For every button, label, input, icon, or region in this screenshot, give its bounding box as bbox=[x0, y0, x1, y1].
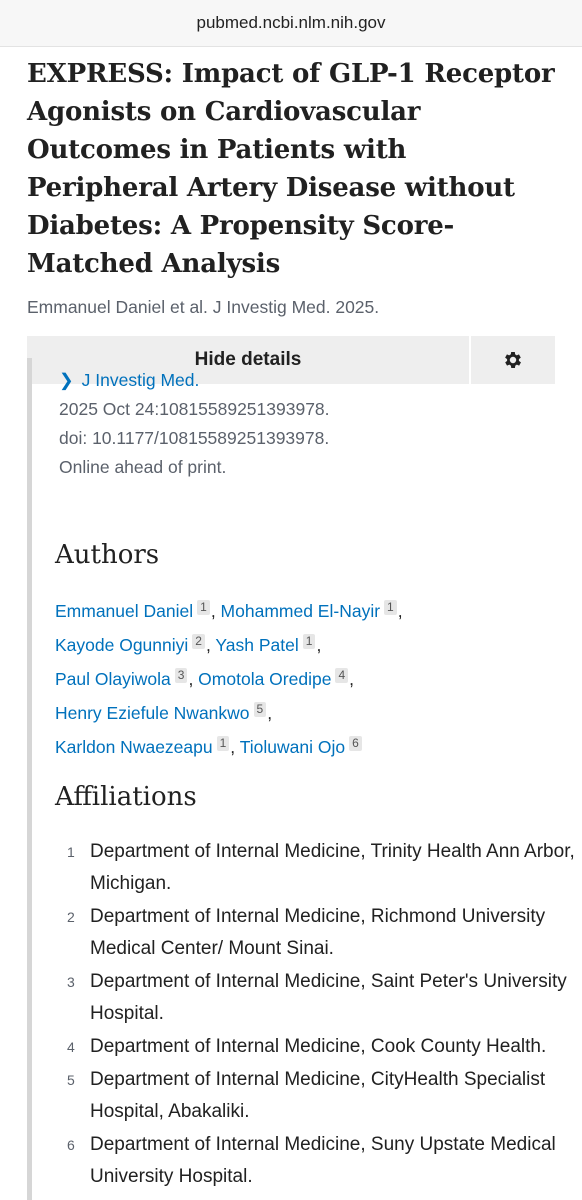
affiliation-item: 1 Department of Internal Medicine, Trini… bbox=[55, 836, 575, 900]
url-text: pubmed.ncbi.nlm.nih.gov bbox=[196, 13, 386, 32]
author-link[interactable]: Omotola Oredipe bbox=[198, 669, 331, 689]
chevron-right-icon: ❯ bbox=[59, 370, 74, 390]
affiliation-number: 2 bbox=[67, 909, 75, 925]
affiliation-ref[interactable]: 1 bbox=[216, 736, 230, 751]
author-link[interactable]: Kayode Ogunniyi bbox=[55, 635, 188, 655]
affiliations-heading: Affiliations bbox=[55, 782, 197, 812]
affiliation-ref[interactable]: 1 bbox=[197, 600, 210, 615]
authors-heading: Authors bbox=[55, 540, 160, 570]
journal-name: J Investig Med. bbox=[81, 370, 200, 390]
affiliation-text: Department of Internal Medicine, Trinity… bbox=[90, 841, 575, 894]
affiliation-number: 5 bbox=[67, 1072, 75, 1088]
citation-details: ❯ J Investig Med. 2025 Oct 24:10815589251… bbox=[59, 366, 330, 482]
journal-link[interactable]: ❯ J Investig Med. bbox=[59, 366, 330, 395]
affiliation-item: 6 Department of Internal Medicine, Suny … bbox=[55, 1129, 575, 1193]
author-link[interactable]: Henry Eziefule Nwankwo bbox=[55, 703, 250, 723]
affiliation-ref[interactable]: 6 bbox=[349, 736, 362, 751]
affiliation-text: Department of Internal Medicine, Cook Co… bbox=[90, 1036, 547, 1057]
author-link[interactable]: Tioluwani Ojo bbox=[240, 737, 345, 757]
author-link[interactable]: Paul Olayiwola bbox=[55, 669, 171, 689]
article-title: EXPRESS: Impact of GLP-1 Receptor Agonis… bbox=[27, 59, 555, 279]
publication-status: Online ahead of print. bbox=[59, 457, 227, 477]
affiliation-number: 1 bbox=[67, 844, 75, 860]
affiliation-text: Department of Internal Medicine, Suny Up… bbox=[90, 1134, 556, 1187]
publication-date: 2025 Oct 24:10815589251393978. bbox=[59, 399, 330, 419]
author-link[interactable]: Emmanuel Daniel bbox=[55, 601, 193, 621]
affiliation-text: Department of Internal Medicine, Richmon… bbox=[90, 906, 546, 959]
affiliation-ref[interactable]: 3 bbox=[174, 668, 188, 683]
affiliation-number: 4 bbox=[67, 1039, 75, 1055]
affiliation-ref[interactable]: 1 bbox=[302, 634, 316, 649]
affiliation-ref[interactable]: 4 bbox=[335, 668, 349, 683]
affiliation-text: Department of Internal Medicine, Saint P… bbox=[90, 971, 567, 1024]
affiliation-item: 5 Department of Internal Medicine, CityH… bbox=[55, 1064, 575, 1128]
affiliations-list: 1 Department of Internal Medicine, Trini… bbox=[55, 836, 575, 1194]
author-link[interactable]: Yash Patel bbox=[215, 635, 298, 655]
affiliation-item: 3 Department of Internal Medicine, Saint… bbox=[55, 966, 575, 1030]
affiliation-item: 2 Department of Internal Medicine, Richm… bbox=[55, 901, 575, 965]
affiliation-text: Department of Internal Medicine, CityHea… bbox=[90, 1069, 546, 1122]
url-bar[interactable]: pubmed.ncbi.nlm.nih.gov bbox=[0, 0, 582, 47]
affiliation-number: 3 bbox=[67, 974, 75, 990]
affiliation-number: 6 bbox=[67, 1137, 75, 1153]
authors-list: Emmanuel Daniel 1, Mohammed El-Nayir 1, Ka… bbox=[55, 600, 403, 757]
doi: doi: 10.1177/10815589251393978. bbox=[59, 428, 330, 448]
short-citation: Emmanuel Daniel et al. J Investig Med. 2… bbox=[27, 297, 380, 317]
affiliation-ref[interactable]: 5 bbox=[253, 702, 267, 717]
affiliation-item: 4 Department of Internal Medicine, Cook … bbox=[55, 1031, 575, 1063]
author-link[interactable]: Karldon Nwaezeapu bbox=[55, 737, 213, 757]
details-panel: ❯ J Investig Med. 2025 Oct 24:10815589251… bbox=[27, 358, 582, 1200]
author-link[interactable]: Mohammed El-Nayir bbox=[221, 601, 380, 621]
affiliation-ref[interactable]: 2 bbox=[192, 634, 205, 649]
affiliation-ref[interactable]: 1 bbox=[384, 600, 397, 615]
